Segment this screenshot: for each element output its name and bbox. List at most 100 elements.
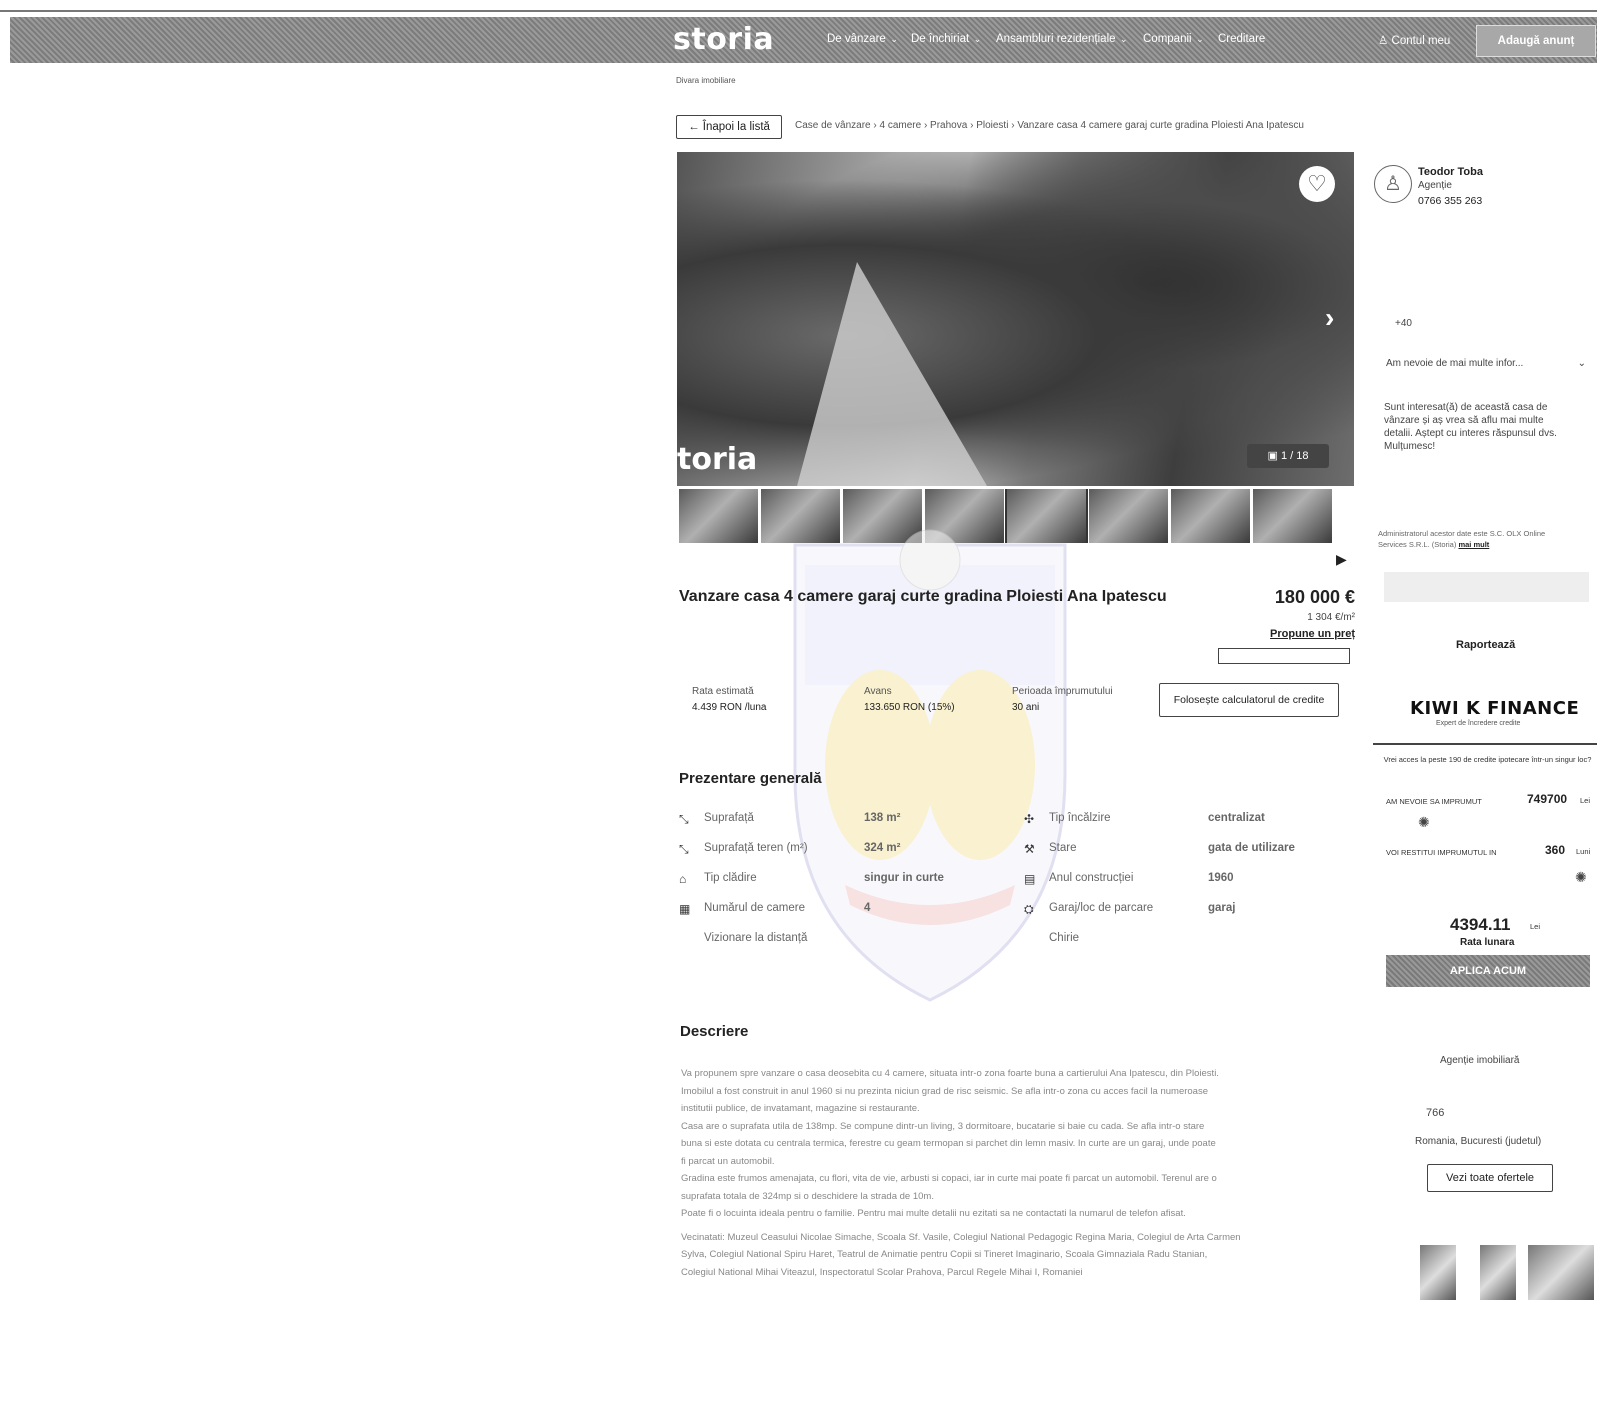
- description-line: Casa are o suprafata utila de 138mp. Se …: [681, 1120, 1205, 1132]
- feature-label: Suprafață teren (m²): [704, 842, 808, 854]
- advance-label: Avans: [864, 686, 892, 697]
- related-thumbnail[interactable]: [1528, 1245, 1594, 1300]
- advance-value: 133.650 RON (15%): [864, 702, 955, 713]
- period-value: 30 ani: [1012, 702, 1040, 713]
- feature-label: Tip clădire: [704, 872, 757, 884]
- nav-companii[interactable]: Companii ⌄: [1143, 33, 1204, 45]
- kiwi-tagline: Expert de încredere credite: [1436, 720, 1521, 727]
- navbar: [10, 17, 1597, 63]
- nav-label: Creditare: [1218, 33, 1266, 45]
- consent-note: Administratorul acestor date este S.C. O…: [1378, 528, 1558, 550]
- nav-de-vanzare[interactable]: De vânzare ⌄: [827, 33, 898, 45]
- chevron-down-icon: ⌄: [887, 34, 898, 44]
- feature-value: centralizat: [1208, 812, 1265, 824]
- feature-value: 4: [864, 902, 871, 914]
- see-all-offers-button[interactable]: Vezi toate ofertele: [1427, 1164, 1553, 1192]
- description-text: Va propunem spre vanzare o casa deosebit…: [681, 1065, 1356, 1281]
- back-label: Înapoi la listă: [702, 121, 770, 133]
- monthly-rate-value: 4394.11: [1450, 915, 1511, 934]
- nav-ansambluri[interactable]: Ansambluri rezidențiale ⌄: [996, 33, 1128, 45]
- add-listing-button[interactable]: Adaugă anunț: [1476, 25, 1596, 57]
- monthly-rate-label: Rata lunara: [1460, 937, 1515, 948]
- report-link[interactable]: Raportează: [1456, 639, 1515, 651]
- calendar-icon: ▤: [1024, 872, 1036, 886]
- nav-de-inchiriat[interactable]: De închiriat ⌄: [911, 33, 981, 45]
- related-thumbnail[interactable]: [1420, 1245, 1456, 1300]
- breadcrumb[interactable]: Case de vânzare › 4 camere › Prahova › P…: [795, 120, 1304, 131]
- nav-label: Ansambluri rezidențiale: [996, 33, 1116, 45]
- nav-label: Companii: [1143, 33, 1192, 45]
- description-line: suprafata totala de 324mp si o deschider…: [681, 1190, 934, 1202]
- nav-creditare[interactable]: Creditare: [1218, 33, 1265, 45]
- agent-phone[interactable]: 0766 355 263: [1418, 195, 1482, 207]
- land-area-icon: ⤡: [679, 842, 689, 856]
- description-line: institutii publice, de invatamant, magaz…: [681, 1103, 920, 1114]
- propose-price-link[interactable]: Propune un preț: [1250, 628, 1355, 640]
- area-icon: ⤡: [679, 812, 689, 826]
- related-thumbnail[interactable]: [1480, 1245, 1516, 1300]
- heating-icon: ✣: [1024, 812, 1035, 826]
- feature-label: Suprafață: [704, 812, 754, 824]
- condition-icon: ⚒: [1024, 842, 1035, 856]
- kiwi-divider: [1373, 743, 1597, 745]
- agency-type: Agenție imobiliară: [1440, 1055, 1520, 1066]
- nearby-line: Sylva, Colegiul National Spiru Haret, Te…: [681, 1249, 1208, 1260]
- photo-counter-label: 1 / 18: [1280, 450, 1309, 462]
- slider-handle-icon[interactable]: ✺: [1418, 814, 1430, 831]
- slider-handle-icon[interactable]: ✺: [1575, 869, 1587, 886]
- building-type-icon: ⌂: [679, 872, 687, 886]
- loan-amount-value[interactable]: 749700: [1527, 792, 1567, 806]
- description-line: fi parcat un automobil.: [681, 1155, 775, 1167]
- feature-label: Numărul de camere: [704, 902, 805, 914]
- caret-right-icon[interactable]: ▶: [1336, 551, 1347, 568]
- parking-icon: ⛭: [1024, 902, 1034, 916]
- rooms-icon: ▦: [679, 902, 691, 916]
- agent-role: Agenție: [1418, 180, 1452, 191]
- apply-now-button[interactable]: APLICA ACUM: [1386, 955, 1590, 987]
- thumbnail[interactable]: [1171, 489, 1250, 543]
- agency-location: Romania, Bucuresti (judetul): [1415, 1136, 1542, 1147]
- period-label: Perioada împrumutului: [1012, 686, 1113, 697]
- monthly-rate-unit: Lei: [1530, 922, 1541, 931]
- kiwi-finance-logo: KIWI K FINANCE: [1410, 698, 1580, 719]
- price-history-button[interactable]: [1218, 648, 1350, 664]
- listing-title: Vanzare casa 4 camere garaj curte gradin…: [679, 588, 1167, 605]
- rate-label: Rata estimată: [692, 686, 754, 697]
- send-message-button[interactable]: [1384, 572, 1589, 602]
- thumbnail[interactable]: [679, 489, 758, 543]
- kiwi-promo: Vrei acces la peste 190 de credite ipote…: [1383, 755, 1592, 764]
- message-textarea[interactable]: Sunt interesat(ă) de această casa de vân…: [1384, 401, 1574, 453]
- info-select[interactable]: Am nevoie de mai multe infor... ⌄: [1386, 358, 1586, 369]
- feature-value: singur in curte: [864, 872, 944, 884]
- description-line: Poate fi o locuinta ideala pentru o fami…: [681, 1208, 1186, 1219]
- gallery-photo-path: [797, 262, 987, 486]
- feature-label: Stare: [1049, 842, 1077, 854]
- loan-term-value[interactable]: 360: [1545, 843, 1565, 857]
- feature-value: 324 m²: [864, 842, 901, 854]
- thumbnail[interactable]: [1089, 489, 1168, 543]
- credit-calculator-button[interactable]: Folosește calculatorul de credite: [1159, 683, 1339, 717]
- chevron-down-icon: ⌄: [1117, 34, 1128, 44]
- more-link[interactable]: mai mult: [1458, 540, 1489, 549]
- agent-name: Teodor Toba: [1418, 166, 1483, 178]
- user-icon: ♙: [1378, 35, 1392, 47]
- price-per-m2: 1 304 €/m²: [1307, 612, 1355, 623]
- nav-label: De închiriat: [911, 33, 970, 45]
- arrow-left-icon: ←: [688, 121, 703, 133]
- camera-icon: ▣: [1267, 450, 1281, 462]
- phone-input[interactable]: +40: [1395, 318, 1412, 329]
- chevron-down-icon: ⌄: [1193, 34, 1204, 44]
- agency-subheader: Divara imobiliare: [676, 76, 736, 85]
- agency-phone[interactable]: 766: [1426, 1107, 1444, 1119]
- overview-heading: Prezentare generală: [679, 770, 822, 787]
- back-to-list-button[interactable]: ← Înapoi la listă: [676, 115, 782, 139]
- site-logo[interactable]: storia: [673, 22, 774, 57]
- chevron-right-icon[interactable]: ›: [1325, 302, 1334, 334]
- photo-gallery[interactable]: ♡ › toria ▣ 1 / 18: [677, 152, 1354, 486]
- feature-label: Chirie: [1049, 932, 1080, 944]
- thumbnail[interactable]: [1253, 489, 1332, 543]
- heart-icon[interactable]: ♡: [1299, 166, 1335, 202]
- account-link[interactable]: ♙ Contul meu: [1378, 33, 1450, 47]
- description-line: buna si este dotata cu centrala termica,…: [681, 1138, 1216, 1149]
- loan-term-unit: Luni: [1576, 847, 1591, 856]
